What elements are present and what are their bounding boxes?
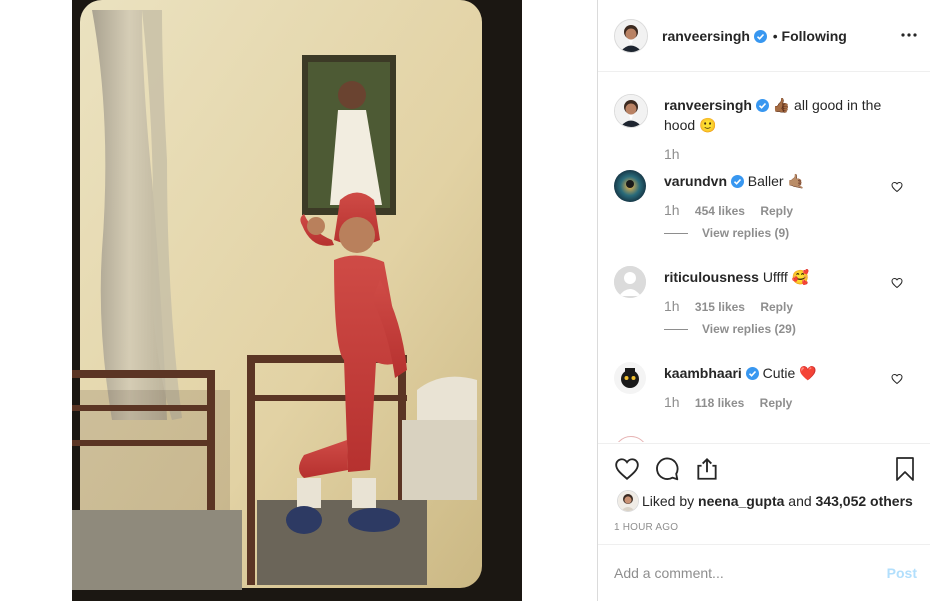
comment-body: Uffff	[762, 269, 788, 285]
liked-by-others[interactable]: 343,052 others	[816, 493, 913, 509]
comment-username[interactable]: kaambhaari	[664, 365, 742, 381]
caption-emoji-thumb: 👍🏾	[772, 97, 791, 113]
comment-body: Cutie	[762, 365, 796, 381]
comment-body: Baller	[747, 173, 784, 189]
liked-by-line: Liked by neena_gupta and 343,052 others	[642, 493, 913, 509]
comment-time[interactable]: 1h	[664, 394, 680, 410]
view-replies-label: View replies (9)	[702, 226, 790, 240]
comment-emoji: ❤️	[799, 365, 817, 381]
comment-text: riticulousness Uffff 🥰	[664, 268, 894, 286]
verified-badge-icon	[755, 98, 769, 116]
caption-emoji-smile: 🙂	[699, 117, 717, 133]
verified-badge-icon	[753, 30, 767, 46]
more-options-icon[interactable]	[901, 27, 917, 48]
comment-likes[interactable]: 118 likes	[695, 396, 744, 410]
comment-emoji: 🤙🏽	[787, 173, 805, 189]
liked-by-user[interactable]: neena_gupta	[698, 493, 784, 509]
share-icon[interactable]	[694, 456, 720, 487]
action-bar: Liked by neena_gupta and 343,052 others …	[598, 443, 930, 544]
comment-meta: 1h 118 likes Reply	[664, 394, 792, 410]
view-replies-label: View replies (29)	[702, 322, 796, 336]
header-separator: •	[772, 28, 778, 44]
add-comment-bar: Add a comment... Post	[598, 544, 930, 602]
post-timestamp[interactable]: 1 HOUR AGO	[614, 522, 678, 533]
comment-meta: 1h 315 likes Reply	[664, 298, 793, 314]
comment-bubble-icon[interactable]	[654, 456, 680, 487]
avatar-art	[615, 20, 647, 52]
liked-by-prefix: Liked by	[642, 493, 695, 509]
post-comment-button[interactable]: Post	[887, 565, 917, 581]
comment-text: kaambhaari Cutie ❤️	[664, 364, 894, 384]
liked-by-avatar[interactable]	[617, 490, 639, 512]
photo-pane	[0, 0, 597, 601]
following-button[interactable]: Following	[782, 28, 847, 44]
comment-avatar[interactable]	[614, 362, 646, 394]
comment-time[interactable]: 1h	[664, 202, 680, 218]
like-comment-heart-icon[interactable]	[891, 180, 903, 198]
view-replies[interactable]: View replies (9)	[664, 226, 789, 240]
like-comment-heart-icon[interactable]	[891, 372, 903, 390]
comment-emoji: 🥰	[791, 269, 810, 285]
view-replies[interactable]: View replies (29)	[664, 322, 796, 336]
comment-username[interactable]: varundvn	[664, 173, 727, 189]
caption-username[interactable]: ranveersingh	[664, 97, 752, 113]
reply-button[interactable]: Reply	[760, 396, 793, 410]
comment-likes[interactable]: 454 likes	[695, 204, 745, 218]
liked-by-and: and	[788, 493, 812, 509]
comment-avatar-partial	[614, 436, 648, 442]
post-photo[interactable]	[72, 0, 522, 601]
comment-avatar[interactable]	[614, 266, 646, 298]
comment-avatar[interactable]	[614, 170, 646, 202]
post-side-panel: ranveersingh • Following ranveersingh 👍🏾…	[597, 0, 930, 601]
post-header: ranveersingh • Following	[598, 0, 930, 72]
comment-time[interactable]: 1h	[664, 298, 680, 314]
post-photo-art	[72, 0, 482, 590]
comment-username[interactable]: riticulousness	[664, 269, 759, 285]
verified-badge-icon	[730, 174, 744, 192]
comment-meta: 1h 454 likes Reply	[664, 202, 793, 218]
author-avatar[interactable]	[614, 19, 648, 53]
comment-text: varundvn Baller 🤙🏽	[664, 172, 894, 192]
reply-button[interactable]: Reply	[760, 204, 793, 218]
caption-meta: 1h	[664, 146, 692, 162]
like-heart-icon[interactable]	[614, 456, 640, 487]
view-replies-line	[664, 233, 688, 235]
comments-list[interactable]: ranveersingh 👍🏾 all good in the hood 🙂 1…	[598, 72, 930, 442]
comment-likes[interactable]: 315 likes	[695, 300, 745, 314]
header-user-line: ranveersingh • Following	[662, 28, 847, 46]
like-comment-heart-icon[interactable]	[891, 276, 903, 294]
save-bookmark-icon[interactable]	[893, 456, 917, 487]
reply-button[interactable]: Reply	[760, 300, 793, 314]
caption-text: ranveersingh 👍🏾 all good in the hood 🙂	[664, 96, 894, 134]
add-comment-input[interactable]: Add a comment...	[614, 565, 724, 581]
caption-time[interactable]: 1h	[664, 146, 680, 162]
caption-avatar[interactable]	[614, 94, 648, 128]
author-username[interactable]: ranveersingh	[662, 28, 750, 44]
view-replies-line	[664, 329, 688, 331]
verified-badge-icon	[745, 366, 759, 384]
